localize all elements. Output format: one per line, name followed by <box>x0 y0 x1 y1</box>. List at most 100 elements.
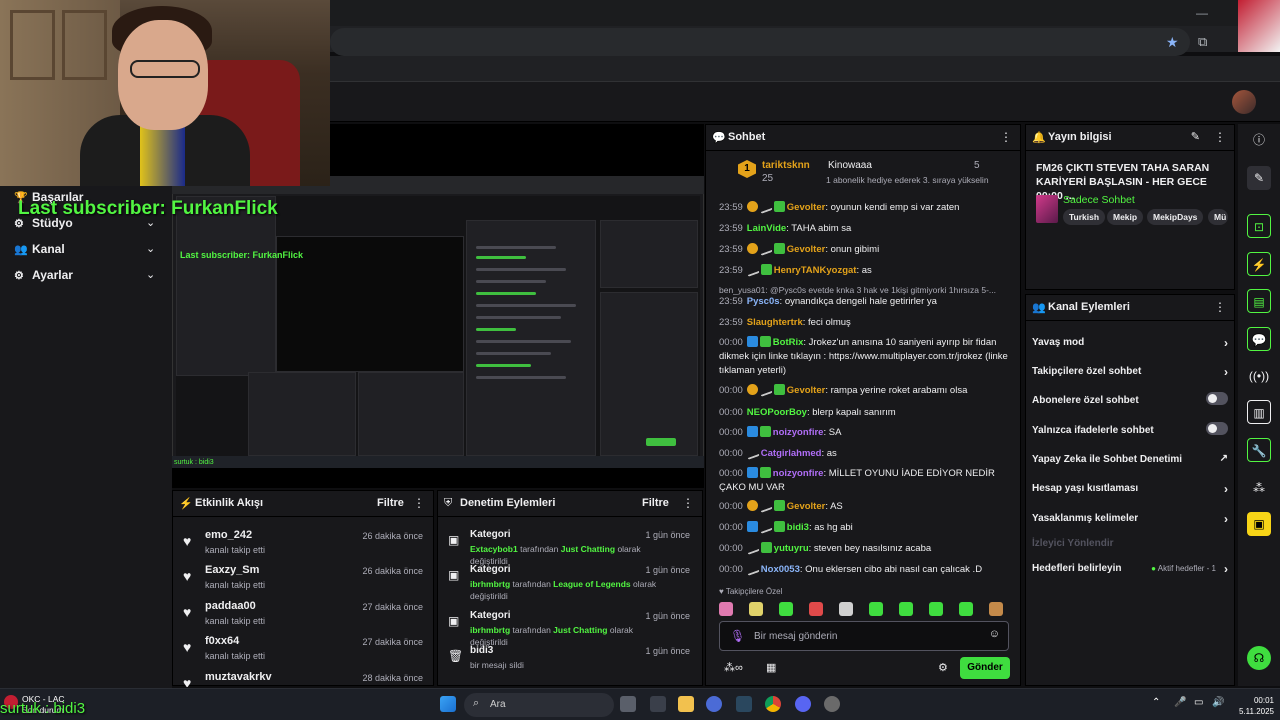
chat-message[interactable]: 23:59 Slaughtertrk: feci olmuş <box>719 316 1009 330</box>
activity-filter-button[interactable]: Filtre <box>377 497 404 509</box>
more-options-icon[interactable]: ⋮ <box>682 496 694 510</box>
chat-message[interactable]: 00:00 Gevolter: AS <box>719 500 1009 514</box>
chat-message[interactable]: 23:59 HenryTANKyozgat: as <box>719 264 1009 278</box>
info-icon[interactable]: ⓘ <box>1247 128 1271 152</box>
chat-message[interactable]: 23:59 Gevolter: onun gibimi <box>719 243 1009 257</box>
chat-message[interactable]: 23:59 Gevolter: oyunun kendi emp si var z… <box>719 201 1009 215</box>
target-icon[interactable]: ⊡ <box>1247 214 1271 238</box>
discord-icon[interactable] <box>795 696 811 712</box>
pencil-icon[interactable]: ✎ <box>1247 166 1271 190</box>
emote-icon[interactable] <box>719 602 733 616</box>
emote-icon[interactable] <box>929 602 943 616</box>
wrench-icon[interactable]: 🔧 <box>1247 438 1271 462</box>
more-options-icon[interactable]: ⋮ <box>413 496 425 510</box>
emote-row[interactable] <box>719 602 1011 618</box>
chevron-down-icon[interactable]: ⌄ <box>146 268 155 281</box>
slow-mode-row[interactable]: Yavaş mod › <box>1032 336 1228 350</box>
emoji-icon[interactable]: ☺ <box>989 628 1000 640</box>
chat-message[interactable]: 00:00 NEOPoorBoy: blerp kapalı sanırım <box>719 406 1009 420</box>
chat-message[interactable]: 00:00 noizyonfire: MİLLET OYUNU İADE EDİY… <box>719 467 1009 495</box>
emote-only-toggle[interactable] <box>1206 422 1228 435</box>
minimize-icon[interactable]: — <box>1196 6 1208 20</box>
microphone-icon[interactable]: 🎙 <box>730 629 745 643</box>
emote-icon[interactable] <box>899 602 913 616</box>
chat-message[interactable]: 23:59 Pysc0s: oynandıkça dengeli hale get… <box>719 295 1009 309</box>
clock[interactable]: 00:01 5.11.2025 <box>1234 695 1274 717</box>
tag[interactable]: Mekip <box>1107 209 1144 225</box>
headset-icon[interactable]: ☊ <box>1247 646 1271 670</box>
send-button[interactable]: Gönder <box>960 657 1010 679</box>
gift-leaderboard[interactable]: 1 tariktsknn 25 Kinowaaa 5 1 abonelik he… <box>706 152 1020 194</box>
taskbar-search[interactable]: ⌕ Ara <box>464 693 614 717</box>
chat-message[interactable]: 00:00 BotRix: Jrokez'un anısına 10 saniye… <box>719 336 1009 378</box>
emote-icon[interactable] <box>749 602 763 616</box>
stream-category[interactable]: Sadece Sohbet <box>1063 194 1135 206</box>
steam-icon[interactable] <box>736 696 752 712</box>
chat-message[interactable]: 00:00 Catgirlahmed: as <box>719 447 1009 461</box>
folder-icon[interactable] <box>678 696 694 712</box>
account-age-row[interactable]: Hesap yaşı kısıtlaması › <box>1032 482 1228 496</box>
emote-icon[interactable] <box>779 602 793 616</box>
chevron-down-icon[interactable]: ⌄ <box>146 242 155 255</box>
list-item[interactable]: ♥ emo_242 kanalı takip etti 26 dakika ön… <box>173 529 433 565</box>
task-view-icon[interactable] <box>620 696 636 712</box>
subscribers-only-toggle[interactable] <box>1206 392 1228 405</box>
sidebar-item-channel[interactable]: 👥 Kanal <box>14 242 65 256</box>
points-icon[interactable]: ⁂∞ <box>724 661 743 674</box>
list-item[interactable]: ♥ f0xx64 kanalı takip etti 27 dakika önc… <box>173 635 433 671</box>
chat-message[interactable]: 00:00 Gevolter: rampa yerine roket arabam… <box>719 384 1009 398</box>
volume-icon[interactable]: 🔊 <box>1212 697 1224 708</box>
widgets-icon[interactable] <box>650 696 666 712</box>
broadcast-icon[interactable]: ((•)) <box>1247 364 1271 388</box>
more-options-icon[interactable]: ⋮ <box>1000 130 1012 144</box>
mod-filter-button[interactable]: Filtre <box>642 497 669 509</box>
more-options-icon[interactable]: ⋮ <box>1214 130 1226 144</box>
emote-icon[interactable] <box>989 602 1003 616</box>
tray-chevron-icon[interactable]: ⌃ <box>1152 697 1160 708</box>
tag[interactable]: Turkish <box>1063 209 1106 225</box>
sidebar-item-settings[interactable]: ⚙ Ayarlar <box>14 268 73 282</box>
chat-message[interactable]: 00:00 yutuyru: steven bey nasılsınız acab… <box>719 542 1009 556</box>
bookmark-star-icon[interactable]: ★ <box>1166 34 1179 51</box>
tag[interactable]: Mü <box>1208 209 1228 225</box>
group-icon[interactable]: ⁂ <box>1247 476 1271 500</box>
emote-icon[interactable] <box>959 602 973 616</box>
emote-only-row[interactable]: Yalnızca ifadelerle sohbet <box>1032 422 1228 436</box>
ai-moderation-row[interactable]: Yapay Zeka ile Sohbet Denetimi ↗ <box>1032 453 1228 465</box>
list-item[interactable]: ♥ muztavakrkv 28 dakika önce <box>173 671 433 687</box>
chat-message[interactable]: 23:59 LainVide: TAHA abim sa <box>719 222 1009 236</box>
gear-icon[interactable]: ⚙ <box>938 661 948 674</box>
chat-message[interactable]: 00:00 Nox0053: Onu eklersen cibo abi nası… <box>719 563 1009 577</box>
emote-icon[interactable] <box>839 602 853 616</box>
chat-input[interactable]: 🎙 Bir mesaj gönderin ☺ <box>719 621 1009 651</box>
address-bar[interactable] <box>330 28 1190 56</box>
clapper-icon[interactable]: ▣ <box>1247 512 1271 536</box>
extensions-icon[interactable]: ⧉ <box>1198 34 1207 50</box>
subscribers-only-row[interactable]: Abonelere özel sohbet <box>1032 392 1228 406</box>
banned-words-row[interactable]: Yasaklanmış kelimeler › <box>1032 512 1228 526</box>
more-options-icon[interactable]: ⋮ <box>1214 300 1226 314</box>
obs-icon[interactable] <box>824 696 840 712</box>
tag[interactable]: MekipDays <box>1147 209 1204 225</box>
chat-message[interactable]: 00:00 noizyonfire: SA <box>719 426 1009 440</box>
emote-icon[interactable] <box>809 602 823 616</box>
chrome-icon[interactable] <box>765 696 781 712</box>
followers-only-row[interactable]: Takipçilere özel sohbet › <box>1032 365 1228 379</box>
category-thumbnail <box>1036 195 1058 223</box>
app-icon[interactable] <box>706 696 722 712</box>
clipboard-icon[interactable]: ▤ <box>1247 289 1271 313</box>
list-item[interactable]: ♥ Eaxzy_Sm kanalı takip etti 26 dakika ö… <box>173 564 433 600</box>
emote-icon[interactable] <box>869 602 883 616</box>
layers-icon[interactable]: ▥ <box>1247 400 1271 424</box>
lightning-icon[interactable]: ⚡ <box>1247 252 1271 276</box>
chat-message[interactable]: 00:00 bidi3: as hg abi <box>719 521 1009 535</box>
network-icon[interactable]: ▭ <box>1194 697 1203 708</box>
avatar[interactable] <box>1232 90 1256 114</box>
chat-bubble-icon[interactable]: 💬 <box>1247 327 1271 351</box>
windows-start-icon[interactable] <box>440 696 456 712</box>
pencil-icon[interactable]: ✎ <box>1191 130 1200 143</box>
list-item[interactable]: ♥ paddaa00 kanalı takip etti 27 dakika ö… <box>173 600 433 636</box>
microphone-icon[interactable]: 🎤 <box>1174 697 1186 708</box>
store-icon[interactable]: ▦ <box>766 661 776 674</box>
goals-row[interactable]: Hedefleri belirleyin ● Aktif hedefler - 1… <box>1032 562 1228 576</box>
